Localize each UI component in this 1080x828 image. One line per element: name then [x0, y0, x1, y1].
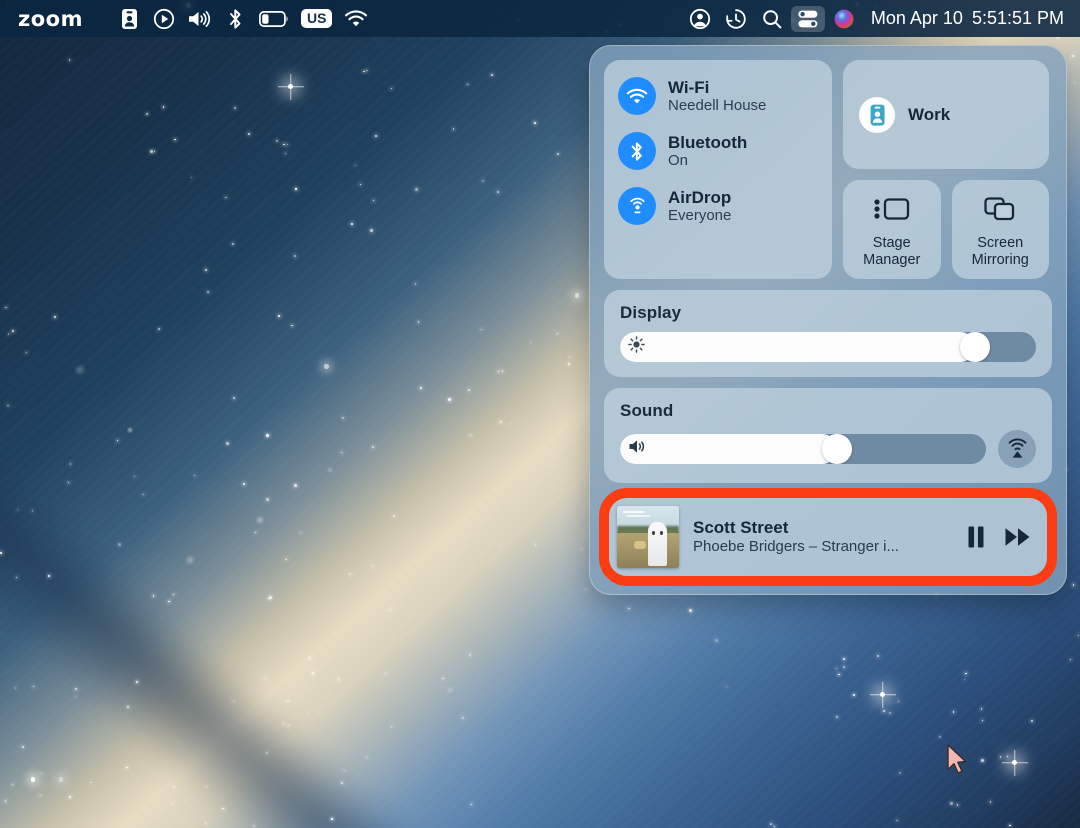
menu-bar-clock[interactable]: Mon Apr 10 5:51:51 PM — [871, 8, 1066, 29]
focus-control[interactable]: Work — [843, 60, 1049, 169]
now-playing-controls — [966, 525, 1036, 549]
menu-bar-right: Mon Apr 10 5:51:51 PM — [683, 6, 1066, 32]
track-title: Scott Street — [693, 518, 952, 538]
stage-manager-icon — [873, 195, 911, 228]
airdrop-control[interactable]: AirDrop Everyone — [618, 187, 818, 225]
volume-icon[interactable] — [181, 6, 219, 32]
siri-icon[interactable] — [827, 6, 861, 32]
bluetooth-text: Bluetooth On — [668, 133, 747, 170]
track-subtitle: Phoebe Bridgers – Stranger i... — [693, 538, 952, 556]
now-playing-card[interactable]: Scott Street Phoebe Bridgers – Stranger … — [604, 494, 1052, 580]
user-account-icon[interactable] — [683, 6, 717, 32]
display-slider-row — [620, 332, 1036, 362]
sound-title: Sound — [620, 401, 1036, 421]
volume-slider-fill — [620, 434, 837, 464]
screen-mirroring-control[interactable]: Screen Mirroring — [952, 180, 1050, 279]
pause-icon[interactable] — [966, 525, 986, 549]
airplay-audio-icon[interactable] — [998, 430, 1036, 468]
stage-manager-label: Stage Manager — [843, 235, 941, 267]
display-card: Display — [604, 290, 1052, 377]
screen-mirroring-icon — [982, 195, 1018, 228]
bluetooth-status: On — [668, 152, 747, 169]
bluetooth-label: Bluetooth — [668, 133, 747, 153]
sound-slider-row — [620, 430, 1036, 468]
app-menu-zoom[interactable]: zoom — [18, 7, 83, 31]
wifi-text: Wi-Fi Needell House — [668, 78, 766, 115]
stage-manager-control[interactable]: Stage Manager — [843, 180, 941, 279]
battery-icon[interactable] — [253, 6, 295, 32]
volume-slider[interactable] — [620, 434, 986, 464]
input-source-badge[interactable]: US — [295, 6, 338, 32]
speaker-icon — [628, 438, 650, 460]
connectivity-card: Wi-Fi Needell House Bluetooth On — [604, 60, 832, 279]
bluetooth-icon[interactable] — [219, 6, 253, 32]
wifi-icon[interactable] — [338, 6, 374, 32]
airdrop-status: Everyone — [668, 207, 731, 224]
search-icon[interactable] — [755, 6, 789, 32]
album-art — [617, 506, 679, 568]
control-center-top-row: Wi-Fi Needell House Bluetooth On — [604, 60, 1052, 279]
play-circle-icon[interactable] — [147, 6, 181, 32]
brightness-slider-knob[interactable] — [960, 332, 990, 362]
focus-label: Work — [908, 105, 950, 125]
control-center-right-column: Work Stage Manager — [843, 60, 1049, 279]
brightness-slider[interactable] — [620, 332, 1036, 362]
volume-slider-knob[interactable] — [822, 434, 852, 464]
brightness-slider-fill — [620, 332, 975, 362]
airdrop-label: AirDrop — [668, 188, 731, 208]
bluetooth-control[interactable]: Bluetooth On — [618, 132, 818, 170]
wifi-icon — [618, 77, 656, 115]
sound-card: Sound — [604, 388, 1052, 483]
now-playing-text: Scott Street Phoebe Bridgers – Stranger … — [693, 518, 952, 556]
time-machine-icon[interactable] — [719, 6, 753, 32]
mouse-cursor — [946, 744, 968, 781]
control-center-icon[interactable] — [791, 6, 825, 32]
focus-id-badge-icon[interactable] — [113, 6, 147, 32]
screen-mirroring-label: Screen Mirroring — [952, 235, 1050, 267]
control-center-panel: Wi-Fi Needell House Bluetooth On — [589, 45, 1067, 595]
bluetooth-icon — [618, 132, 656, 170]
wifi-label: Wi-Fi — [668, 78, 766, 98]
now-playing-wrapper: Scott Street Phoebe Bridgers – Stranger … — [604, 494, 1052, 580]
wifi-status: Needell House — [668, 97, 766, 114]
control-center-tiles: Stage Manager Screen Mirroring — [843, 180, 1049, 279]
clock-date: Mon Apr 10 — [871, 8, 963, 28]
airdrop-icon — [618, 187, 656, 225]
menu-bar-left: zoom — [18, 6, 374, 32]
brightness-icon — [628, 336, 645, 358]
focus-id-badge-icon — [859, 97, 895, 133]
wifi-control[interactable]: Wi-Fi Needell House — [618, 77, 818, 115]
clock-time: 5:51:51 PM — [972, 8, 1064, 28]
fast-forward-icon[interactable] — [1004, 526, 1032, 548]
menu-bar: zoom — [0, 0, 1080, 37]
input-source-label: US — [301, 9, 332, 29]
display-title: Display — [620, 303, 1036, 323]
airdrop-text: AirDrop Everyone — [668, 188, 731, 225]
